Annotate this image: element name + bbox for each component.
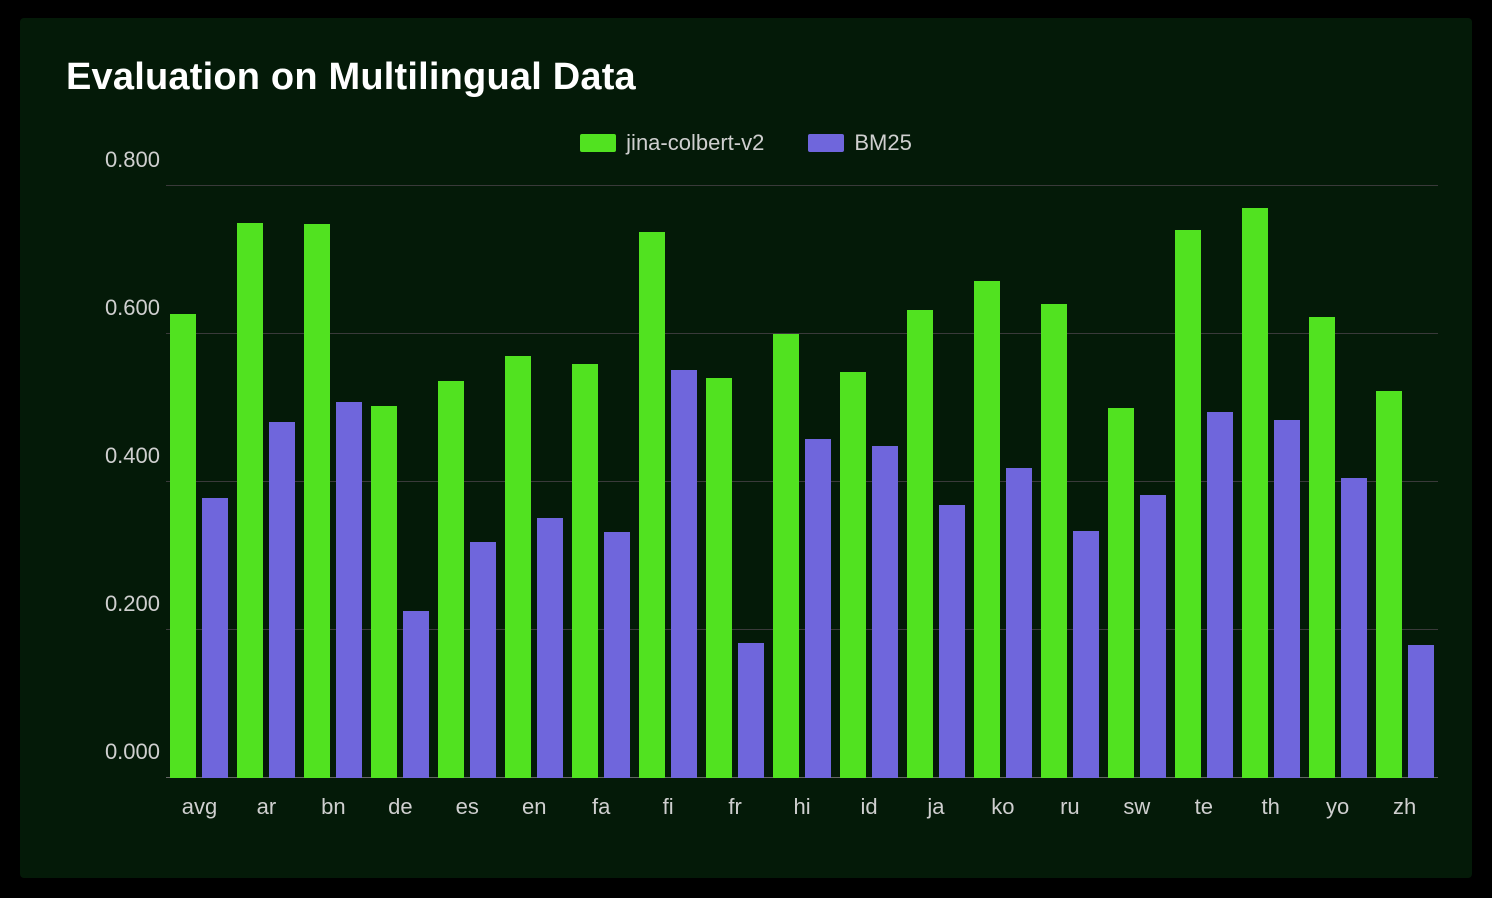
bar[interactable]: [671, 370, 697, 778]
bar[interactable]: [1309, 317, 1335, 778]
y-tick-label: 0.800: [90, 147, 160, 173]
bar-group: [568, 186, 635, 778]
legend-item-series-1[interactable]: BM25: [808, 130, 911, 156]
x-tick-label: bn: [300, 784, 367, 826]
bar[interactable]: [604, 532, 630, 778]
bar[interactable]: [639, 232, 665, 778]
bar-group: [434, 186, 501, 778]
bar[interactable]: [1073, 531, 1099, 778]
bar[interactable]: [1408, 645, 1434, 778]
bar[interactable]: [170, 314, 196, 778]
x-tick-label: te: [1170, 784, 1237, 826]
x-tick-label: ar: [233, 784, 300, 826]
bar-group: [1036, 186, 1103, 778]
bar-group: [300, 186, 367, 778]
bar[interactable]: [974, 281, 1000, 778]
bar[interactable]: [706, 378, 732, 778]
bar[interactable]: [1041, 304, 1067, 778]
y-tick-label: 0.400: [90, 443, 160, 469]
bar[interactable]: [1376, 391, 1402, 778]
bar-group: [836, 186, 903, 778]
bar[interactable]: [237, 223, 263, 778]
bars-container: [166, 186, 1438, 778]
legend-label-series-0: jina-colbert-v2: [626, 130, 764, 156]
x-tick-label: sw: [1103, 784, 1170, 826]
bar-group: [1237, 186, 1304, 778]
x-tick-label: es: [434, 784, 501, 826]
bar[interactable]: [336, 402, 362, 778]
x-tick-label: hi: [769, 784, 836, 826]
legend-label-series-1: BM25: [854, 130, 911, 156]
bar-group: [1371, 186, 1438, 778]
bar[interactable]: [572, 364, 598, 778]
bar[interactable]: [1006, 468, 1032, 778]
bar[interactable]: [269, 422, 295, 778]
x-tick-label: fr: [702, 784, 769, 826]
bar[interactable]: [1341, 478, 1367, 778]
bar[interactable]: [907, 310, 933, 778]
bar[interactable]: [304, 224, 330, 778]
bar[interactable]: [1207, 412, 1233, 778]
bar-group: [1304, 186, 1371, 778]
bar[interactable]: [202, 498, 228, 778]
chart-frame: Evaluation on Multilingual Data jina-col…: [20, 18, 1472, 878]
x-tick-label: ko: [969, 784, 1036, 826]
bar-group: [233, 186, 300, 778]
bar[interactable]: [537, 518, 563, 778]
bar-group: [1103, 186, 1170, 778]
bar-group: [969, 186, 1036, 778]
bar-group: [769, 186, 836, 778]
x-tick-label: th: [1237, 784, 1304, 826]
bar-group: [1170, 186, 1237, 778]
x-tick-label: fa: [568, 784, 635, 826]
bar[interactable]: [840, 372, 866, 778]
x-tick-label: ru: [1036, 784, 1103, 826]
bar[interactable]: [805, 439, 831, 778]
y-tick-label: 0.200: [90, 591, 160, 617]
bar-group: [902, 186, 969, 778]
bar[interactable]: [1140, 495, 1166, 778]
bar[interactable]: [872, 446, 898, 778]
x-tick-label: id: [836, 784, 903, 826]
bar[interactable]: [1108, 408, 1134, 778]
y-tick-label: 0.600: [90, 295, 160, 321]
x-tick-label: yo: [1304, 784, 1371, 826]
legend-swatch-series-1: [808, 134, 844, 152]
bar-group: [635, 186, 702, 778]
legend-swatch-series-0: [580, 134, 616, 152]
x-tick-label: fi: [635, 784, 702, 826]
bar[interactable]: [1242, 208, 1268, 778]
bar[interactable]: [1274, 420, 1300, 778]
x-axis: avgarbndeesenfafifrhiidjakoruswtethyozh: [166, 784, 1438, 826]
plot: avgarbndeesenfafifrhiidjakoruswtethyozh …: [90, 186, 1438, 826]
bar-group: [501, 186, 568, 778]
x-tick-label: ja: [902, 784, 969, 826]
x-tick-label: zh: [1371, 784, 1438, 826]
chart-legend: jina-colbert-v2 BM25: [20, 130, 1472, 156]
bar[interactable]: [371, 406, 397, 778]
bar-group: [702, 186, 769, 778]
bar[interactable]: [438, 381, 464, 778]
bar[interactable]: [773, 334, 799, 778]
x-tick-label: de: [367, 784, 434, 826]
x-tick-label: en: [501, 784, 568, 826]
x-tick-label: avg: [166, 784, 233, 826]
bar[interactable]: [470, 542, 496, 778]
y-tick-label: 0.000: [90, 739, 160, 765]
bar[interactable]: [403, 611, 429, 778]
bar[interactable]: [1175, 230, 1201, 778]
bar[interactable]: [738, 643, 764, 778]
chart-title: Evaluation on Multilingual Data: [66, 56, 636, 99]
legend-item-series-0[interactable]: jina-colbert-v2: [580, 130, 764, 156]
bar[interactable]: [939, 505, 965, 778]
bar-group: [367, 186, 434, 778]
bar[interactable]: [505, 356, 531, 778]
bar-group: [166, 186, 233, 778]
